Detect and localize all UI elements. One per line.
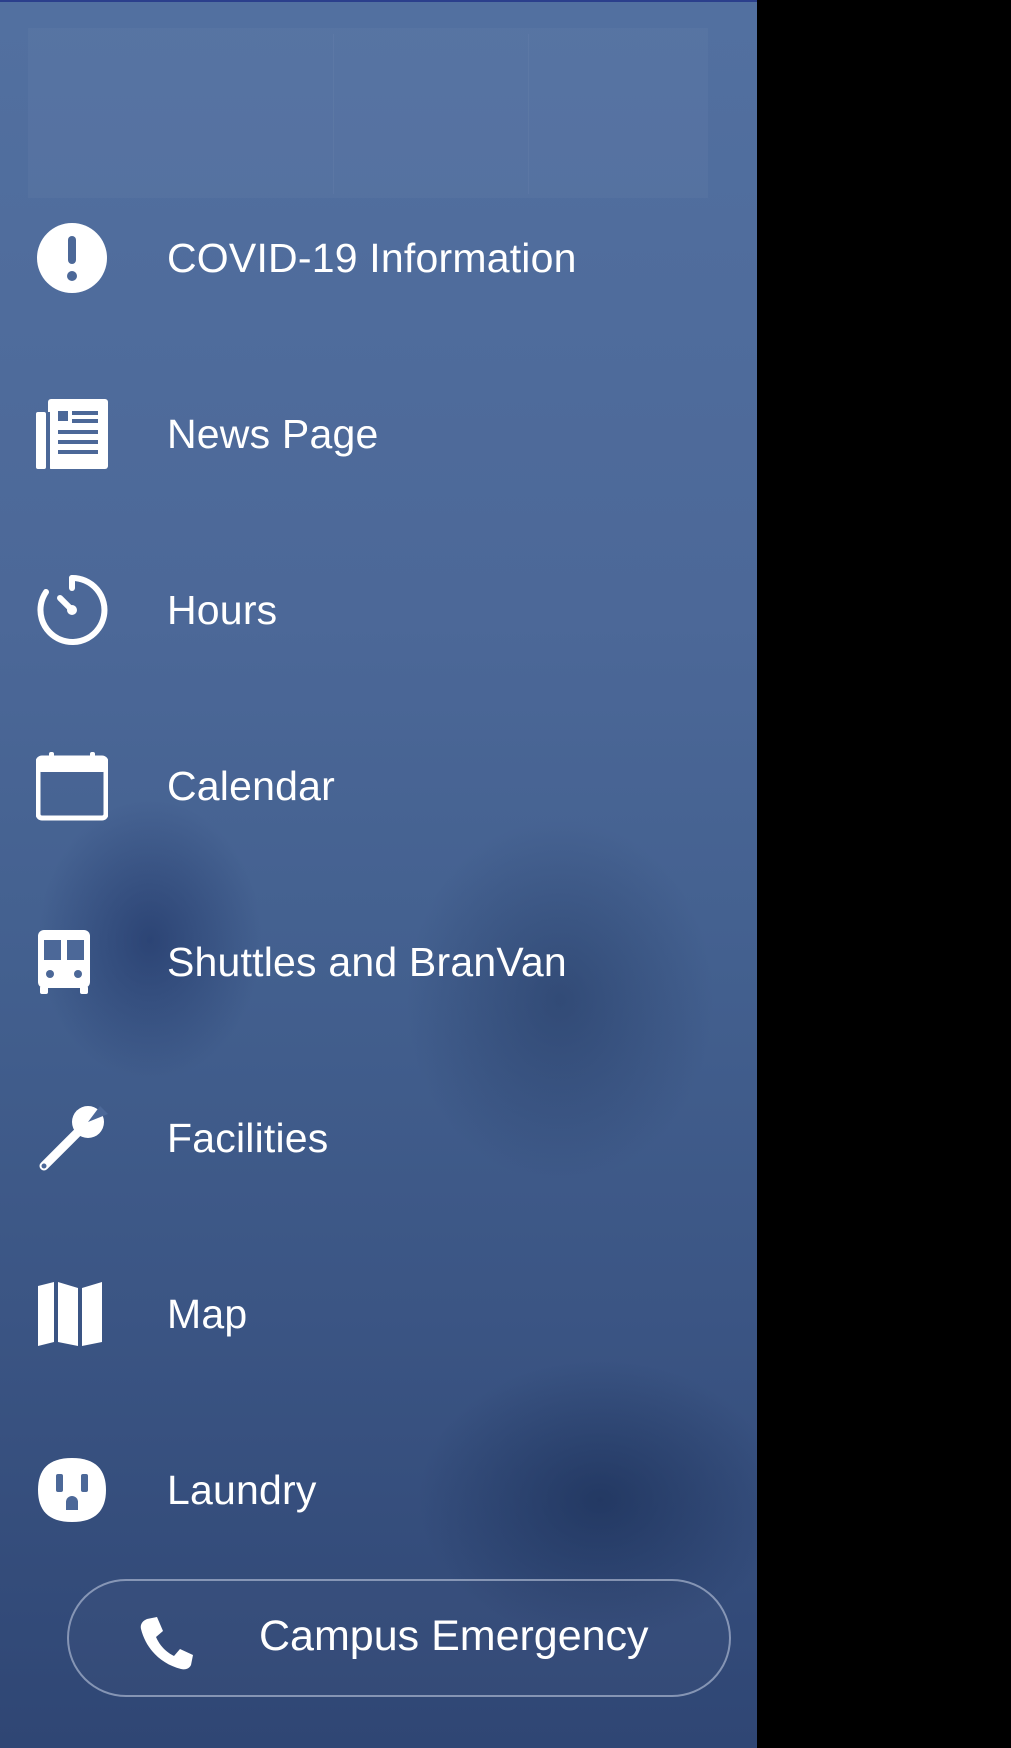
menu-item-news-page[interactable]: News Page bbox=[0, 346, 757, 522]
newspaper-icon bbox=[36, 396, 112, 472]
menu-item-calendar[interactable]: Calendar bbox=[0, 698, 757, 874]
stopwatch-icon bbox=[36, 572, 112, 648]
menu-item-shuttles-and-branvan[interactable]: Shuttles and BranVan bbox=[0, 874, 757, 1050]
calendar-icon bbox=[36, 748, 112, 824]
menu-item-map[interactable]: Map bbox=[0, 1226, 757, 1402]
menu-item-label: Facilities bbox=[167, 1114, 329, 1161]
drawer-backdrop[interactable] bbox=[757, 0, 1011, 1748]
campus-emergency-label: Campus Emergency bbox=[259, 1612, 649, 1660]
menu-item-label: Laundry bbox=[167, 1466, 317, 1513]
menu-item-label: Shuttles and BranVan bbox=[167, 938, 567, 985]
campus-emergency-button[interactable]: Campus Emergency bbox=[67, 1579, 731, 1697]
menu-item-facilities[interactable]: Facilities bbox=[0, 1050, 757, 1226]
status-strip bbox=[0, 0, 757, 2]
menu-item-label: COVID-19 Information bbox=[167, 234, 577, 281]
map-icon bbox=[36, 1276, 112, 1352]
app-screen: COVID-19 Information News Page Hours Cal… bbox=[0, 0, 1011, 1748]
power-outlet-icon bbox=[36, 1452, 112, 1528]
menu-item-laundry[interactable]: Laundry bbox=[0, 1402, 757, 1578]
navigation-drawer: COVID-19 Information News Page Hours Cal… bbox=[0, 0, 757, 1748]
menu-item-label: News Page bbox=[167, 410, 379, 457]
menu-item-label: Hours bbox=[167, 586, 278, 633]
menu-item-covid-19-information[interactable]: COVID-19 Information bbox=[0, 170, 757, 346]
menu-item-label: Map bbox=[167, 1290, 248, 1337]
phone-icon bbox=[139, 1615, 195, 1671]
wrench-icon bbox=[36, 1100, 112, 1176]
exclamation-circle-icon bbox=[36, 220, 112, 296]
menu-item-label: Calendar bbox=[167, 762, 335, 809]
menu-item-hours[interactable]: Hours bbox=[0, 522, 757, 698]
bus-icon bbox=[36, 924, 112, 1000]
